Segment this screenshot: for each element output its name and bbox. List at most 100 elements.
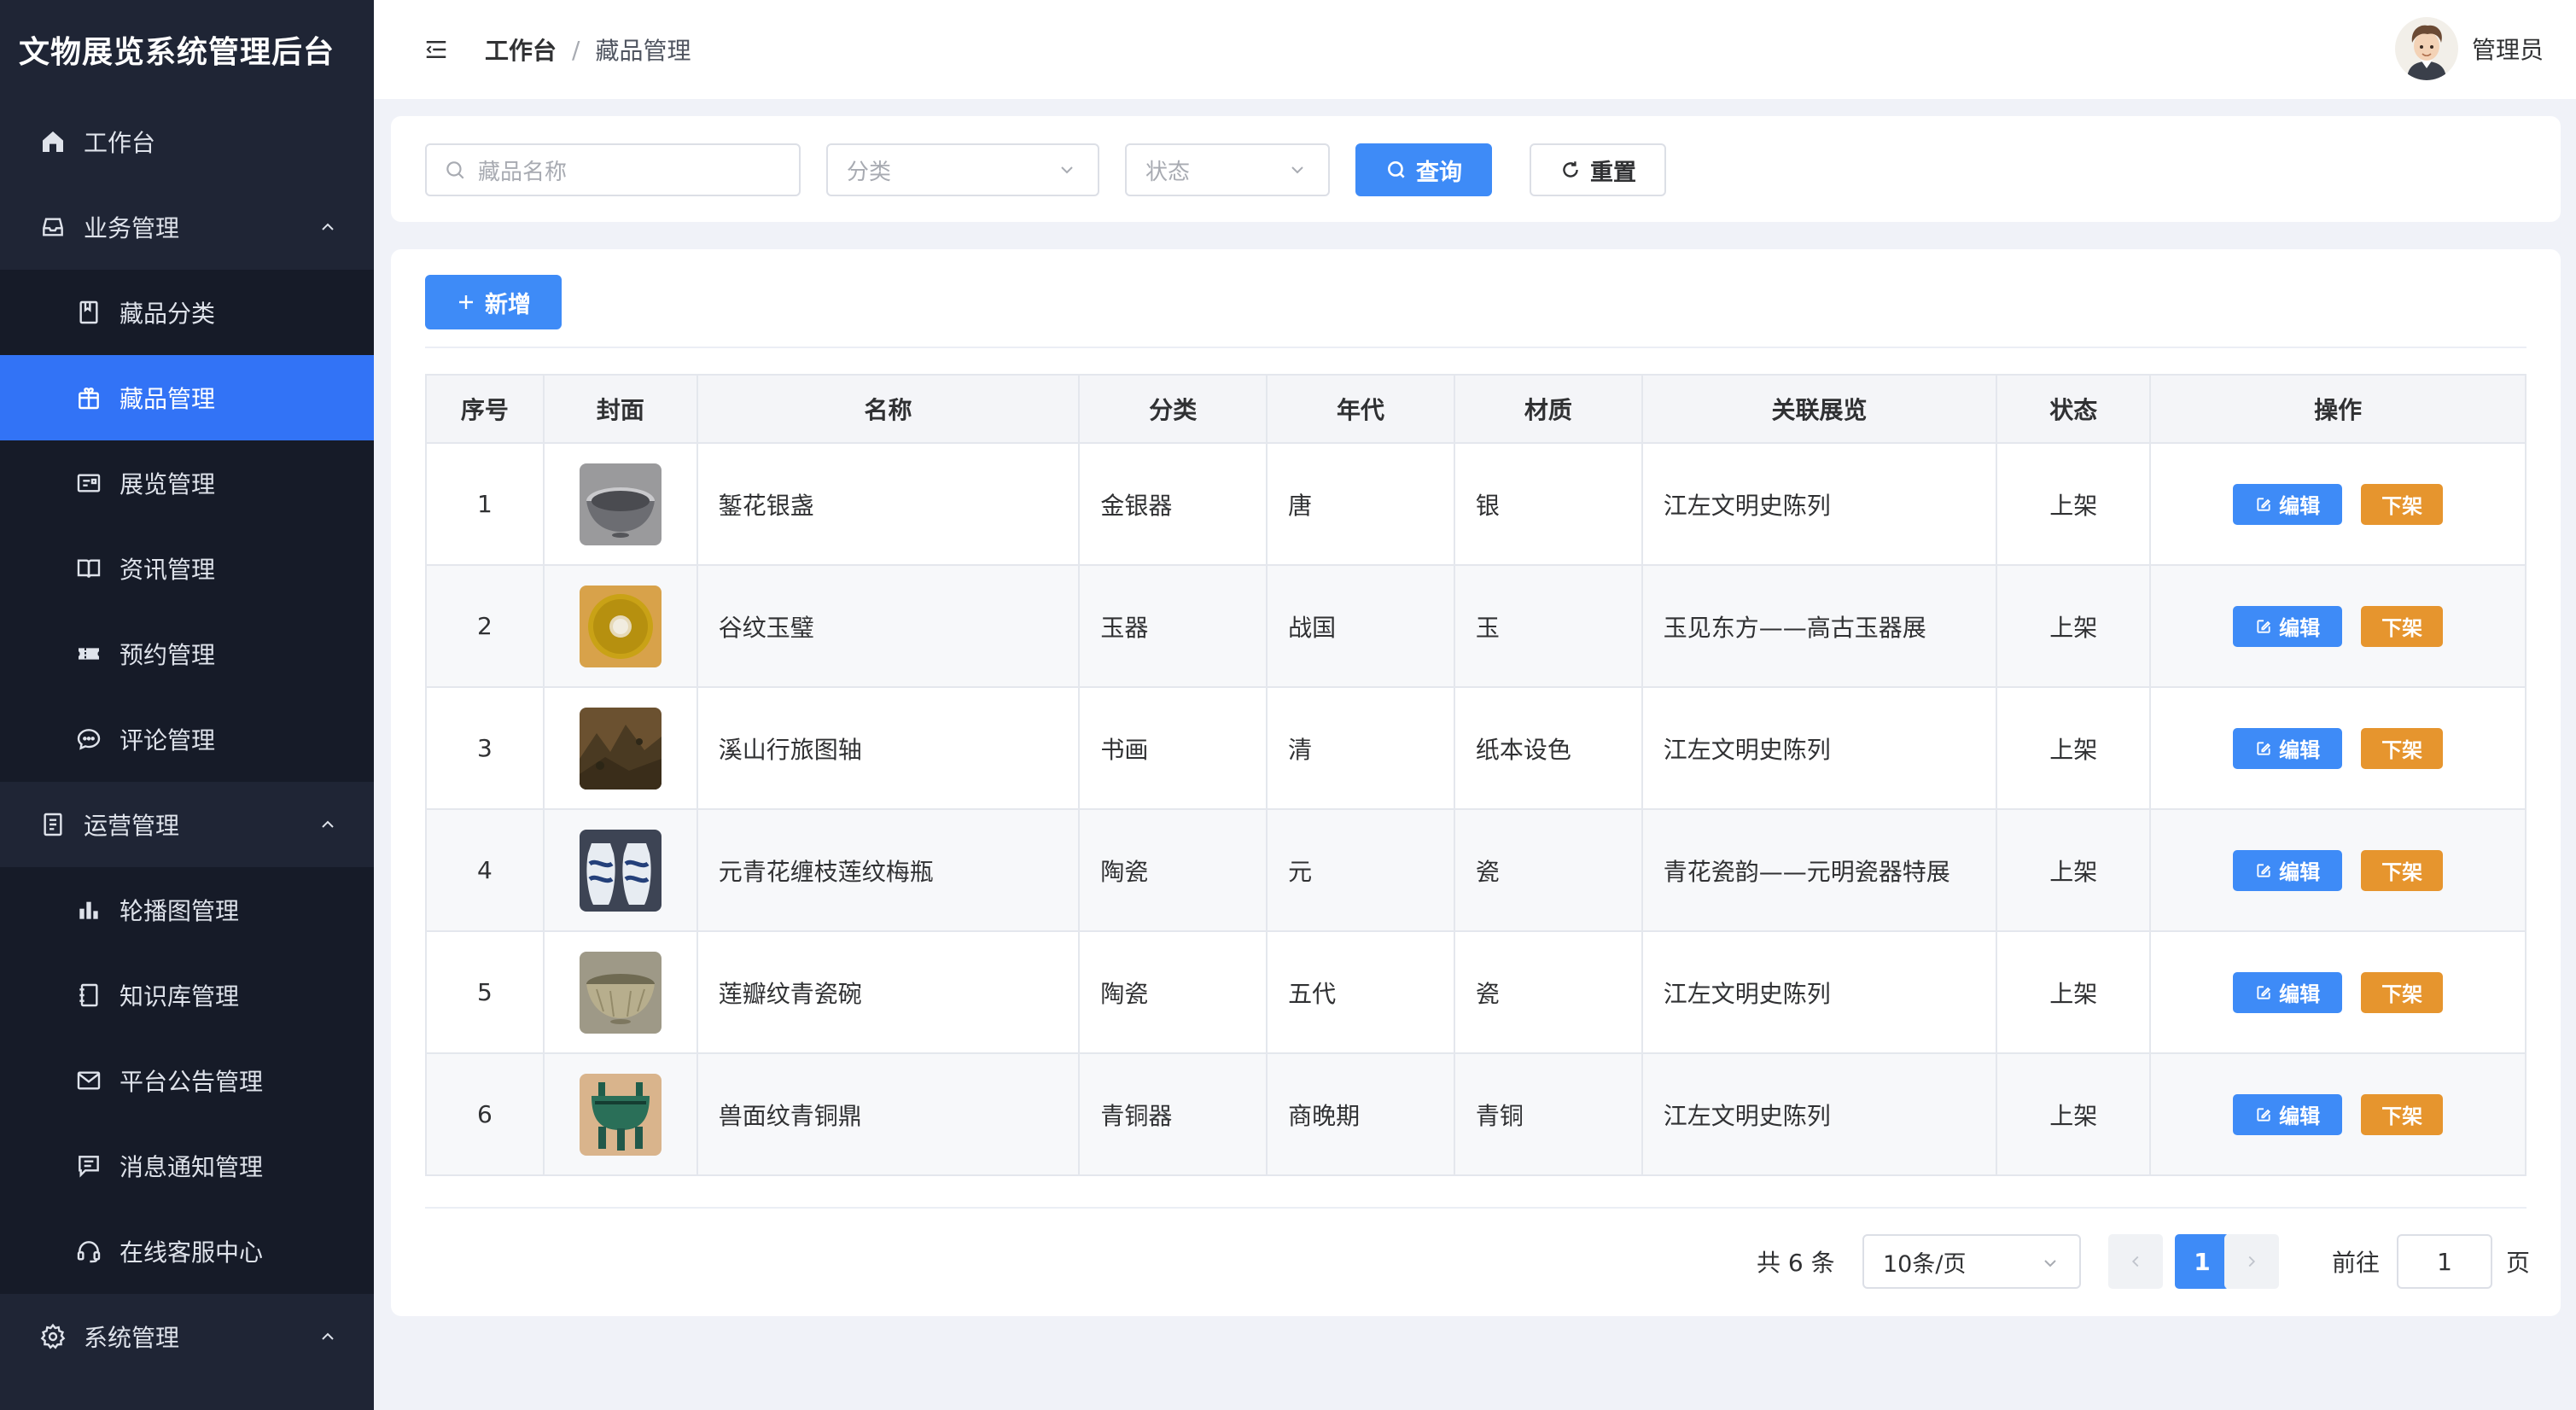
fold-menu-icon[interactable] [423, 37, 449, 62]
cell-name: 錾花银盏 [696, 442, 1081, 566]
landscape-painting-image[interactable] [579, 707, 661, 789]
page-size-value: 10条/页 [1883, 1250, 1967, 1278]
cell-category: 青铜器 [1078, 1052, 1268, 1176]
table-row: 6 兽面纹青铜鼎 青铜器 商晚期 青铜 江左文明史陈列 上架 编辑 下架 [425, 1052, 2526, 1176]
column-header: 关联展览 [1641, 374, 1998, 444]
cell-exhibition: 青花瓷韵——元明瓷器特展 [1641, 808, 1998, 932]
sidebar-item-label: 工作台 [84, 129, 156, 157]
query-button[interactable]: 查询 [1355, 143, 1492, 196]
cell-category: 陶瓷 [1078, 808, 1268, 932]
offline-button[interactable]: 下架 [2361, 849, 2444, 891]
offline-button[interactable]: 下架 [2361, 727, 2444, 769]
user-menu[interactable]: 管理员 [2394, 17, 2544, 80]
next-page-button[interactable] [2224, 1234, 2279, 1289]
cell-category: 玉器 [1078, 564, 1268, 688]
sidebar-item-exhibition[interactable]: 展览管理 [0, 440, 374, 526]
jade-disc-image[interactable] [579, 585, 661, 667]
edit-button[interactable]: 编辑 [2233, 1093, 2343, 1135]
cell-exhibition: 玉见东方——高古玉器展 [1641, 564, 1998, 688]
refresh-icon [1563, 161, 1578, 178]
inbox-icon [38, 212, 68, 242]
sidebar: 文物展览系统管理后台 工作台 业务管理 藏品分类 藏品管理 展览管理 资讯管理 … [0, 0, 374, 1410]
cell-status: 上架 [1996, 930, 2152, 1054]
sidebar-item-collection-category[interactable]: 藏品分类 [0, 270, 374, 355]
table-row: 1 錾花银盏 金银器 唐 银 江左文明史陈列 上架 编辑 下架 [425, 442, 2526, 566]
offline-button[interactable]: 下架 [2361, 483, 2444, 525]
category-placeholder: 分类 [847, 159, 892, 185]
add-button-label: 新增 [485, 291, 531, 318]
edit-button[interactable]: 编辑 [2233, 849, 2343, 891]
edit-button[interactable]: 编辑 [2233, 727, 2343, 769]
table-header-row: 序号 封面 名称 分类 年代 材质 关联展览 状态 操作 [425, 374, 2526, 444]
sidebar-item-business[interactable]: 业务管理 [0, 184, 374, 270]
reset-button[interactable]: 重置 [1530, 143, 1666, 196]
page-size-select[interactable]: 10条/页 [1862, 1234, 2081, 1289]
sidebar-item-label: 平台公告管理 [119, 1068, 264, 1096]
sidebar-item-collection-manage[interactable]: 藏品管理 [0, 355, 374, 440]
offline-button[interactable]: 下架 [2361, 1093, 2444, 1135]
column-header: 操作 [2149, 374, 2526, 444]
cell-era: 唐 [1266, 442, 1455, 566]
cell-index: 6 [425, 1052, 545, 1176]
sidebar-item-operation[interactable]: 运营管理 [0, 782, 374, 867]
sidebar-item-notification[interactable]: 消息通知管理 [0, 1123, 374, 1209]
cell-era: 商晚期 [1266, 1052, 1455, 1176]
sidebar-item-dashboard[interactable]: 工作台 [0, 99, 374, 184]
sidebar-item-label: 系统管理 [84, 1324, 180, 1352]
sidebar-item-comment[interactable]: 评论管理 [0, 696, 374, 782]
edit-icon [2257, 985, 2271, 999]
sidebar-item-label: 在线客服中心 [119, 1238, 264, 1267]
cell-cover [542, 564, 698, 688]
edit-button[interactable]: 编辑 [2233, 605, 2343, 647]
collection-name-input[interactable]: 藏品名称 [425, 143, 801, 196]
cell-name: 元青花缠枝莲纹梅瓶 [696, 808, 1081, 932]
cell-era: 战国 [1266, 564, 1455, 688]
sidebar-item-label: 预约管理 [119, 641, 216, 669]
bronze-ding-image[interactable] [579, 1073, 661, 1156]
sidebar-item-label: 运营管理 [84, 812, 180, 840]
offline-button[interactable]: 下架 [2361, 971, 2444, 1013]
cell-material: 青铜 [1453, 1052, 1643, 1176]
home-icon [38, 126, 68, 157]
prev-page-button[interactable] [2108, 1234, 2163, 1289]
chevron-down-icon [1291, 166, 1303, 174]
sidebar-item-label: 资讯管理 [119, 556, 216, 584]
edit-icon [2257, 1107, 2271, 1122]
table-row: 5 莲瓣纹青瓷碗 陶瓷 五代 瓷 江左文明史陈列 上架 编辑 下架 [425, 930, 2526, 1054]
sidebar-item-carousel[interactable]: 轮播图管理 [0, 867, 374, 953]
pagination: 共 6 条 10条/页 1 前往 1 页 [391, 1234, 2561, 1289]
category-select[interactable]: 分类 [826, 143, 1099, 196]
edit-button[interactable]: 编辑 [2233, 971, 2343, 1013]
breadcrumb: 工作台 / 藏品管理 [485, 32, 691, 67]
setting-icon [38, 1321, 68, 1352]
sidebar-item-label: 业务管理 [84, 214, 180, 242]
collection-table: 序号 封面 名称 分类 年代 材质 关联展览 状态 操作 1 錾花银盏 金银器 … [425, 374, 2526, 1176]
cell-era: 元 [1266, 808, 1455, 932]
cell-status: 上架 [1996, 808, 2152, 932]
cell-index: 3 [425, 686, 545, 810]
cell-name: 谷纹玉璧 [696, 564, 1081, 688]
sidebar-item-reservation[interactable]: 预约管理 [0, 611, 374, 696]
plus-icon [459, 295, 473, 309]
edit-button[interactable]: 编辑 [2233, 483, 2343, 525]
cell-index: 2 [425, 564, 545, 688]
goto-page-input[interactable]: 1 [2397, 1234, 2492, 1289]
offline-button[interactable]: 下架 [2361, 605, 2444, 647]
blue-white-vase-image[interactable] [579, 829, 661, 912]
avatar[interactable] [2394, 17, 2458, 80]
sidebar-item-knowledge[interactable]: 知识库管理 [0, 953, 374, 1038]
sidebar-item-customer-service[interactable]: 在线客服中心 [0, 1209, 374, 1294]
celadon-bowl-image[interactable] [579, 951, 661, 1034]
page-number-current[interactable]: 1 [2175, 1234, 2229, 1289]
add-button[interactable]: 新增 [425, 275, 562, 329]
page-suffix: 页 [2506, 1249, 2531, 1277]
sidebar-item-news[interactable]: 资讯管理 [0, 526, 374, 611]
breadcrumb-home[interactable]: 工作台 [485, 32, 557, 67]
sidebar-item-system[interactable]: 系统管理 [0, 1294, 374, 1379]
sidebar-item-announcement[interactable]: 平台公告管理 [0, 1038, 374, 1123]
status-select[interactable]: 状态 [1125, 143, 1330, 196]
goto-label: 前往 [2332, 1249, 2381, 1277]
silver-cup-image[interactable] [579, 463, 661, 545]
chevron-left-icon [2131, 1256, 2139, 1267]
cell-status: 上架 [1996, 564, 2152, 688]
